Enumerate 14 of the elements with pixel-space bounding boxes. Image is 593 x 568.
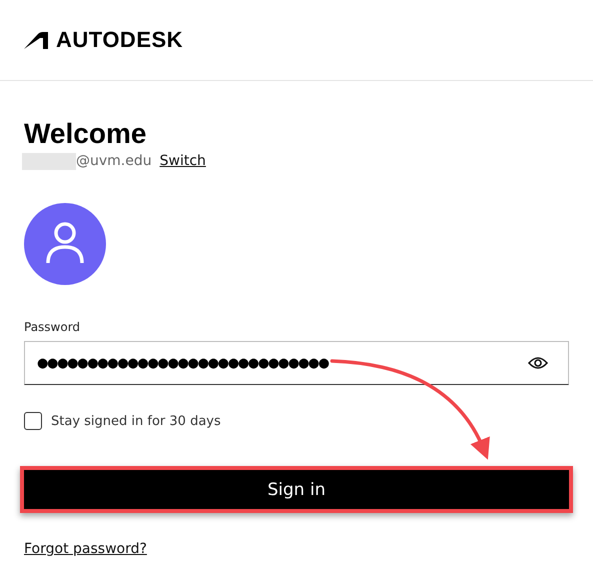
email-domain: @uvm.edu (76, 153, 152, 169)
avatar-icon (24, 203, 106, 285)
logo-icon (24, 32, 48, 48)
switch-link[interactable]: Switch (160, 153, 206, 169)
redaction-bar (22, 152, 76, 170)
stay-signed-in-checkbox[interactable] (24, 412, 42, 430)
stay-signed-in-label: Stay signed in for 30 days (51, 414, 221, 428)
forgot-password-link[interactable]: Forgot password? (24, 541, 147, 557)
sign-in-button[interactable]: Sign in (20, 466, 573, 513)
logo-text: AUTODESK (56, 27, 184, 53)
welcome-title: Welcome (24, 117, 148, 151)
password-field[interactable]: ●●●●●●●●●●●●●●●●●●●●●●●●●●●●● (24, 341, 569, 385)
eye-icon[interactable] (528, 356, 548, 370)
password-label: Password (24, 320, 82, 334)
